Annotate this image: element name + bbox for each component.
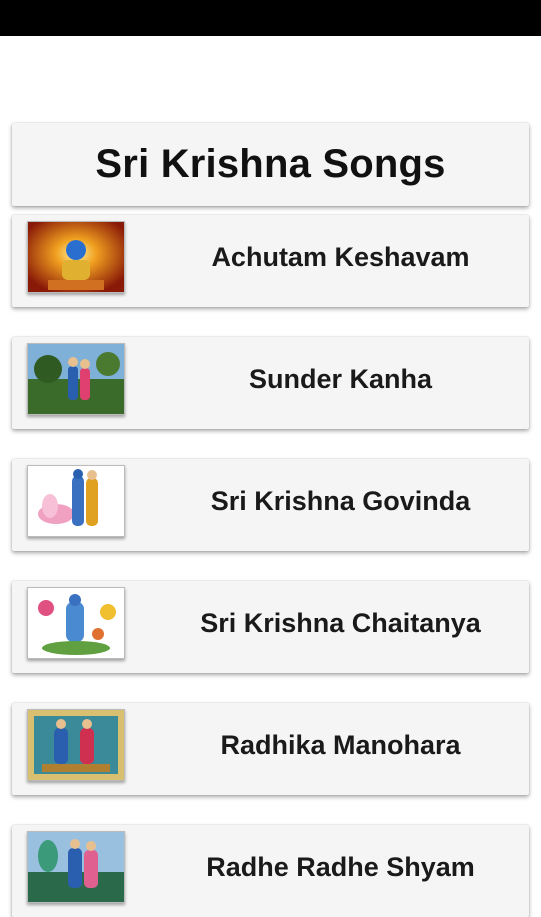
header-card: Sri Krishna Songs [12,123,529,206]
song-title: Radhika Manohara [220,729,461,760]
status-bar [0,0,541,36]
krishna-lotus-image [27,465,125,537]
krishna-golden-aura-image [27,221,125,293]
song-title: Sri Krishna Govinda [210,485,471,516]
song-item-radhe-radhe-shyam[interactable]: Radhe Radhe Shyam [12,825,529,917]
song-item-achutam-keshavam[interactable]: Achutam Keshavam [12,215,529,307]
radha-krishna-peacock-image [27,831,125,903]
radha-krishna-garden-image [27,343,125,415]
song-title: Radhe Radhe Shyam [206,851,475,882]
krishna-flowers-image [27,587,125,659]
song-item-sri-krishna-govinda[interactable]: Sri Krishna Govinda [12,459,529,551]
page-title: Sri Krishna Songs [95,142,446,186]
song-title: Achutam Keshavam [211,241,470,272]
song-item-sunder-kanha[interactable]: Sunder Kanha [12,337,529,429]
radha-krishna-swing-image [27,709,125,781]
song-item-radhika-manohara[interactable]: Radhika Manohara [12,703,529,795]
song-title: Sunder Kanha [248,363,433,394]
song-item-sri-krishna-chaitanya[interactable]: Sri Krishna Chaitanya [12,581,529,673]
song-title: Sri Krishna Chaitanya [200,607,481,638]
